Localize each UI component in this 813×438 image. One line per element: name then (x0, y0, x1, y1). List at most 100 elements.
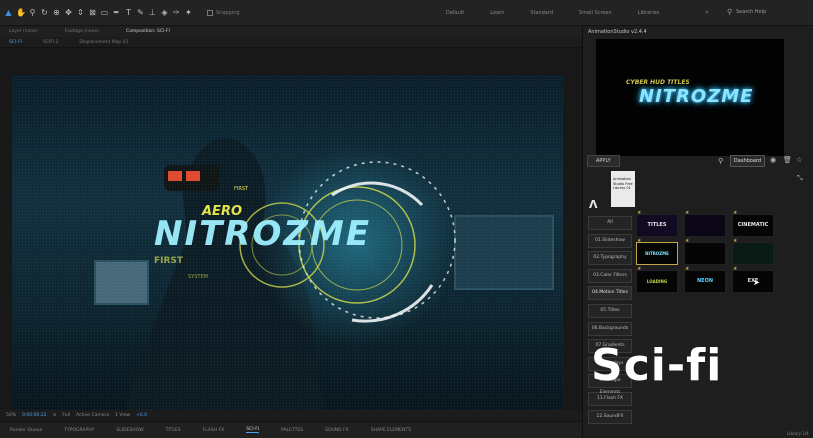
composition-frame[interactable]: AERO FIRST NITROZME FIRST SYSTEM (12, 75, 563, 431)
svg-text:AERO: AERO (201, 204, 242, 219)
category-flash-fx[interactable]: 11.Flash FX (588, 391, 632, 406)
tab-slideshow[interactable]: SLIDESHOW (116, 428, 143, 433)
svg-text:NITROZME: NITROZME (154, 214, 371, 254)
favorite-star-icon[interactable]: ★ (685, 238, 689, 244)
dashboard-button[interactable]: Dashboard (730, 155, 765, 167)
clone-tool-icon[interactable]: ⊥ (148, 8, 157, 17)
views-dropdown[interactable]: 1 View (115, 413, 130, 418)
tab-render-queue[interactable]: Render Queue (10, 428, 42, 433)
template-thumb-5[interactable] (684, 242, 726, 265)
workspace-bar: Default Learn Standard Small Screen Libr… (446, 0, 685, 26)
favorite-star-icon[interactable]: ★ (733, 210, 737, 216)
workspace-standard[interactable]: Standard (530, 10, 553, 16)
comp-tab-scifi[interactable]: SCI-FI (9, 40, 22, 45)
category-soundfx[interactable]: 12.SoundFX (588, 409, 632, 424)
favorite-star-icon[interactable]: ★ (637, 266, 641, 272)
template-thumb-label: TITLES (647, 222, 667, 228)
exposure-value[interactable]: +0.0 (136, 413, 147, 418)
sound-icon[interactable]: ◉ (770, 156, 776, 164)
tab-sound-fx[interactable]: SOUND FX (325, 428, 349, 433)
zoom-tool-icon[interactable]: ⚲ (28, 8, 37, 17)
composition-viewer[interactable]: AERO FIRST NITROZME FIRST SYSTEM (0, 48, 582, 431)
active-camera-dropdown[interactable]: Active Camera (76, 413, 109, 418)
category-typography[interactable]: 02.Typography (588, 251, 632, 266)
roto-tool-icon[interactable]: ✑ (172, 8, 181, 17)
favorite-star-icon[interactable]: ★ (637, 210, 641, 216)
template-thumb-2[interactable] (684, 214, 726, 237)
search-help-field[interactable]: Search Help (736, 9, 766, 15)
tab-sci-fi[interactable]: SCI-FI (246, 427, 260, 433)
workspace-small-screen[interactable]: Small Screen (579, 10, 612, 16)
template-thumb-8[interactable]: NEON (684, 270, 726, 293)
tools-group: ▲ ✋ ⚲ ↻ ⊕ ✥ ⇕ ⊠ ▭ ✒ T ✎ ⊥ ◈ ✑ ✦ (0, 8, 193, 17)
template-thumb-4[interactable]: NITROZME (636, 242, 678, 265)
hand-tool-icon[interactable]: ✋ (16, 8, 26, 17)
orbit-tool-icon[interactable]: ⊕ (52, 8, 61, 17)
tab-shape-elements[interactable]: SHAPE ELEMENTS (371, 428, 411, 433)
template-thumb-3[interactable]: CINEMATIC (732, 214, 774, 237)
category-motion-titles[interactable]: 04.Motion Titles (588, 286, 632, 301)
favorite-star-icon[interactable]: ★ (733, 238, 737, 244)
tab-palettes[interactable]: PALETTES (281, 428, 303, 433)
workspace-learn[interactable]: Learn (490, 10, 504, 16)
tab-typography[interactable]: TYPOGRAPHY (64, 428, 94, 433)
category-titles[interactable]: 05.Titles (588, 303, 632, 318)
tab-layer[interactable]: Layer (none) (9, 29, 38, 34)
selection-tool-icon[interactable]: ▲ (4, 8, 13, 17)
puppet-tool-icon[interactable]: ✦ (184, 8, 193, 17)
pen-tool-icon[interactable]: ✒ (112, 8, 121, 17)
viewer-controls: 50% 0:00:00:22 ⊙ Full Active Camera 1 Vi… (0, 410, 582, 421)
snapping-toggle[interactable]: Snapping (207, 9, 240, 16)
search-icon[interactable]: ⚲ (727, 8, 732, 16)
rect-tool-icon[interactable]: ▭ (100, 8, 109, 17)
crt-monitor-graphic (94, 260, 149, 305)
template-thumb-label: CINEMATIC (737, 222, 769, 228)
tab-flash-fx[interactable]: FLASH FX (203, 428, 225, 433)
mouse-cursor-icon: ➤ (753, 278, 760, 287)
favorite-star-icon[interactable]: ★ (685, 210, 689, 216)
type-tool-icon[interactable]: T (124, 8, 133, 17)
category-color-filters[interactable]: 03.Color Filters (588, 268, 632, 283)
tab-titles[interactable]: TITLES (166, 428, 181, 433)
template-thumb-1[interactable]: TITLES (636, 214, 678, 237)
pan-tool-icon[interactable]: ✥ (64, 8, 73, 17)
overlay-title: Sci-fi (591, 340, 723, 391)
favorite-star-icon[interactable]: ★ (685, 266, 689, 272)
workspace-more-button[interactable]: » (705, 9, 709, 16)
svg-text:FIRST: FIRST (154, 256, 184, 266)
template-thumb-7[interactable]: LOADING (636, 270, 678, 293)
rotate-tool-icon[interactable]: ↻ (40, 8, 49, 17)
scene-artwork: AERO FIRST NITROZME FIRST SYSTEM (122, 138, 457, 431)
favorite-star-icon[interactable]: ★ (637, 238, 641, 244)
tab-footage[interactable]: Footage (none) (65, 29, 99, 34)
workspace-default[interactable]: Default (446, 10, 464, 16)
viewer-panel-tabs: Layer (none) Footage (none) Composition:… (0, 26, 582, 37)
search-icon[interactable]: ⚲ (718, 157, 723, 165)
comp-tab-scifi2[interactable]: SCIFI 2 (43, 40, 59, 45)
workspace-libraries[interactable]: Libraries (638, 10, 660, 16)
apply-button[interactable]: APPLY (587, 155, 620, 167)
tab-composition[interactable]: Composition: SCI-FI (126, 29, 170, 34)
dolly-tool-icon[interactable]: ⇕ (76, 8, 85, 17)
category-backgrounds[interactable]: 06.Backgrounds (588, 321, 632, 336)
favorite-star-icon[interactable]: ★ (733, 266, 737, 272)
trash-icon[interactable]: 🗑 (783, 156, 792, 164)
template-thumb-label: LOADING (646, 279, 668, 284)
magnification-dropdown[interactable]: 50% (6, 413, 16, 418)
collapse-icon[interactable]: ⤡ (797, 174, 803, 183)
snapping-checkbox[interactable] (207, 9, 213, 16)
category-all[interactable]: All (588, 216, 632, 230)
preview-title: NITROZME (639, 86, 754, 107)
timecode-display[interactable]: 0:00:00:22 (22, 413, 47, 418)
resolution-dropdown[interactable]: Full (62, 413, 70, 418)
eraser-tool-icon[interactable]: ◈ (160, 8, 169, 17)
anchor-tool-icon[interactable]: ⊠ (88, 8, 97, 17)
template-thumb-6[interactable] (732, 242, 774, 265)
brush-tool-icon[interactable]: ✎ (136, 8, 145, 17)
library-card[interactable]: Animation Studio Free Library 01 (611, 171, 635, 207)
category-slideshow[interactable]: 01.Slideshow (588, 233, 632, 248)
favorite-star-icon[interactable]: ☆ (796, 156, 802, 164)
camera-icon[interactable]: ⊙ (53, 413, 57, 418)
action-row: APPLY ⚲ Dashboard ◉ 🗑 ☆ (583, 153, 813, 169)
comp-tab-displacement[interactable]: Displacement Map 01 (79, 40, 128, 45)
